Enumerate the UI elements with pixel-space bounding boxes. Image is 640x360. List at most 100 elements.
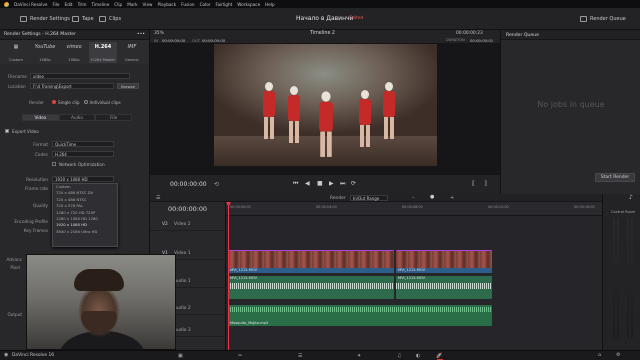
jump-end-icon[interactable]: ⏭: [340, 180, 345, 188]
audio-mixer: Control Room ♪: [602, 194, 640, 350]
video-clip-label: MVI_1212.MOV: [396, 268, 492, 273]
menu-mark[interactable]: Mark: [127, 2, 137, 7]
deliver-page-icon[interactable]: 🚀: [436, 353, 444, 360]
preset-bar: ▦ Custom YouTube 1080p vimeo 1080p H.264…: [0, 40, 149, 64]
menu-playback[interactable]: Playback: [157, 2, 176, 7]
individual-clips-radio[interactable]: [83, 100, 88, 104]
tab-video[interactable]: Video: [22, 114, 59, 121]
fairlight-page-icon[interactable]: ♫: [397, 353, 405, 359]
render-settings-header: Render Settings - H.264 Master •••: [0, 30, 149, 40]
ruler-tick: 00:00:04:00: [316, 205, 337, 209]
render-queue-button[interactable]: Render Queue: [580, 14, 626, 24]
resolution-dropdown-list: Custom 720 x 486 NTSC DV 720 x 486 NTSC …: [52, 183, 118, 247]
menu-fusion[interactable]: Fusion: [181, 2, 194, 7]
edit-page-icon[interactable]: ☰: [298, 353, 306, 359]
codec-select[interactable]: H.264: [52, 151, 114, 157]
video-frame[interactable]: [214, 44, 437, 166]
jump-start-icon[interactable]: ⏮: [293, 180, 298, 188]
menu-color[interactable]: Color: [200, 2, 211, 7]
timeline-view-icon[interactable]: ☰: [156, 195, 160, 201]
resolution-row: Resolution 1920 x 1080 HD: [0, 175, 150, 183]
menu-fairlight[interactable]: Fairlight: [216, 2, 233, 7]
zoom-in-icon[interactable]: +: [450, 195, 454, 201]
menu-clip[interactable]: Clip: [114, 2, 122, 7]
play-icon[interactable]: ▶: [329, 180, 334, 187]
preset-youtube[interactable]: YouTube 1080p: [31, 42, 59, 63]
browse-button[interactable]: Browse: [117, 83, 139, 89]
location-row: Location F:\4 Training\Export Browse: [0, 82, 150, 90]
mark-in-icon[interactable]: ⟦: [472, 180, 475, 187]
video-clip[interactable]: [396, 250, 492, 268]
menu-app[interactable]: DaVinci Resolve: [14, 2, 47, 7]
mark-out-icon[interactable]: ⟧: [484, 180, 487, 187]
format-select[interactable]: QuickTime: [52, 141, 114, 147]
export-video-checkbox[interactable]: [5, 129, 9, 133]
clips-button[interactable]: Clips: [99, 14, 121, 24]
preset-custom[interactable]: ▦ Custom: [2, 42, 30, 63]
tape-button[interactable]: Tape: [72, 14, 94, 24]
menu-help[interactable]: Help: [265, 2, 275, 7]
network-optimization-checkbox[interactable]: [52, 162, 56, 166]
home-icon[interactable]: ⌂: [598, 352, 601, 358]
menubar: DaVinci Resolve File Edit Trim Timeline …: [0, 0, 640, 8]
in-timecode: 00:00:00:00: [162, 38, 186, 43]
audio-clip[interactable]: [396, 281, 492, 299]
tab-audio[interactable]: Audio: [58, 114, 96, 121]
zoom-level[interactable]: 35%: [154, 31, 164, 36]
audio-scrub-icon[interactable]: ⟲: [214, 181, 219, 188]
media-page-icon[interactable]: ▣: [178, 353, 186, 359]
color-page-icon[interactable]: ◐: [416, 353, 424, 359]
menu-trim[interactable]: Trim: [78, 2, 87, 7]
dancer-figure: [262, 82, 276, 144]
settings-gear-icon[interactable]: ⚙: [616, 352, 620, 358]
render-range-select[interactable]: In/Out Range: [350, 195, 388, 201]
menu-timeline[interactable]: Timeline: [91, 2, 109, 7]
clips-icon: [99, 16, 106, 22]
menu-workspace[interactable]: Workspace: [237, 2, 260, 7]
dancer-figure: [318, 91, 334, 162]
preset-h264-master[interactable]: H.264 H.264 Master: [89, 42, 117, 63]
pixel-label: Pixel: [10, 264, 20, 270]
format-row: Format QuickTime: [0, 140, 150, 148]
duration-timecode: 00:00:00:01: [470, 38, 494, 43]
music-clip[interactable]: [228, 305, 492, 321]
stop-icon[interactable]: ■: [317, 180, 323, 187]
audio-meter: [617, 218, 619, 338]
tape-icon: [72, 16, 79, 22]
zoom-out-icon[interactable]: –: [412, 195, 415, 201]
timeline-name[interactable]: Timeline 2: [310, 31, 335, 36]
dancer-figure: [287, 86, 301, 148]
preset-vimeo[interactable]: vimeo 1080p: [60, 42, 88, 63]
resolve-logo-icon: ◉: [4, 352, 9, 358]
viewer-timecode: 00:00:00:23: [456, 31, 483, 36]
resolution-select[interactable]: 1920 x 1080 HD: [52, 176, 114, 182]
top-toolbar: Render Settings Tape Clips Начало в Дави…: [0, 8, 640, 30]
audio-clip[interactable]: [228, 281, 394, 299]
video-clip[interactable]: [228, 250, 394, 268]
render-settings-button[interactable]: Render Settings: [20, 14, 70, 24]
start-render-button[interactable]: Start Render: [595, 173, 635, 182]
loop-icon[interactable]: ⟳: [351, 180, 356, 187]
filename-input[interactable]: video: [30, 73, 130, 79]
tab-file[interactable]: File: [95, 114, 133, 121]
fusion-page-icon[interactable]: ✦: [357, 353, 365, 359]
location-input[interactable]: F:\4 Training\Export: [30, 83, 114, 89]
single-clip-radio[interactable]: [52, 100, 56, 104]
resolution-option[interactable]: 3840 x 2160 Ultra HD: [53, 229, 117, 235]
more-options-icon[interactable]: •••: [137, 32, 145, 37]
preset-imf[interactable]: IMF Generic: [118, 42, 146, 63]
app-name: DaVinci Resolve 16: [12, 353, 55, 358]
playhead[interactable]: [226, 202, 231, 350]
timeline-ruler[interactable]: 00:00:00:00 00:00:04:00 00:00:08:00 00:0…: [226, 202, 602, 216]
menu-edit[interactable]: Edit: [64, 2, 72, 7]
music-note-icon[interactable]: ♪: [629, 194, 633, 201]
audio-meter: [627, 218, 629, 338]
cut-page-icon[interactable]: ✂: [238, 353, 246, 359]
reverse-play-icon[interactable]: ◀: [305, 180, 310, 187]
zoom-slider-handle[interactable]: ●: [430, 194, 434, 200]
menu-view[interactable]: View: [143, 2, 153, 7]
viewer-current-timecode: 00:00:00:00: [170, 181, 207, 188]
menu-file[interactable]: File: [52, 2, 59, 7]
track-header-v2[interactable]: V2 Video 2: [150, 219, 226, 231]
ruler-tick: 00:00:08:00: [402, 205, 423, 209]
